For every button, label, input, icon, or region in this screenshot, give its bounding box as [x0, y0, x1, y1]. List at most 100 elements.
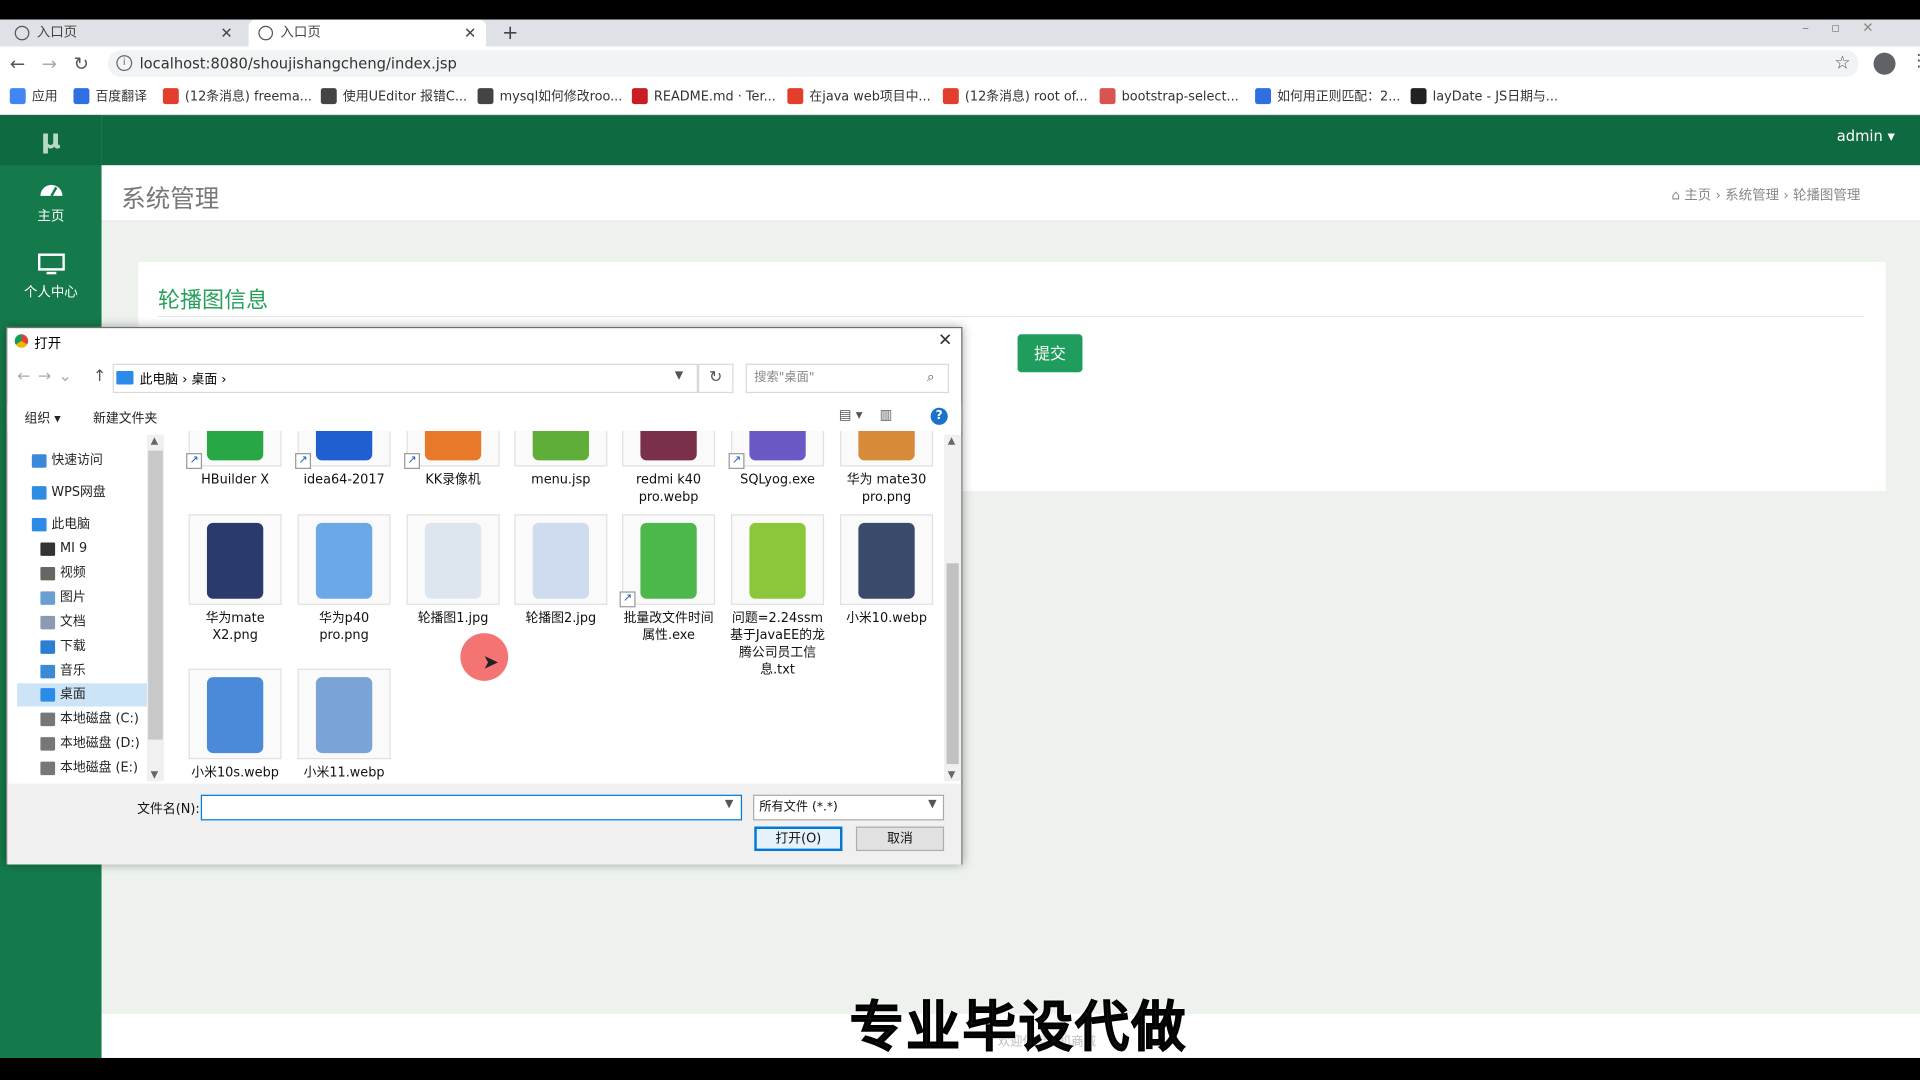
refresh-icon[interactable]: ↻	[697, 363, 734, 394]
file-item[interactable]: ↗ HBuilder X	[185, 431, 285, 489]
scroll-down-icon[interactable]: ▼	[151, 769, 159, 780]
bookmark-item[interactable]: 如何用正则匹配：2...	[1255, 88, 1400, 105]
scroll-up-icon[interactable]: ▲	[151, 435, 159, 446]
submit-button[interactable]: 提交	[1017, 334, 1083, 373]
file-item[interactable]: 华为mate X2.png	[185, 514, 285, 644]
user-menu[interactable]: admin ▾	[1837, 127, 1895, 144]
open-button[interactable]: 打开(O)	[754, 826, 843, 852]
bookmark-item[interactable]: bootstrap-select...	[1099, 88, 1239, 105]
file-item[interactable]: ↗ 批量改文件时间属性.exe	[618, 514, 718, 644]
dialog-close-icon[interactable]: ✕	[938, 331, 952, 351]
close-tab-icon[interactable]: ✕	[464, 20, 476, 47]
nav-item[interactable]: 音乐	[17, 660, 164, 683]
filetype-select[interactable]: 所有文件 (*.*)	[753, 794, 945, 821]
file-item[interactable]: 华为 mate30 pro.png	[836, 431, 936, 506]
bookmark-item[interactable]: README.md · Ter...	[631, 88, 776, 105]
file-item[interactable]: ↗ idea64-2017	[294, 431, 394, 489]
file-item[interactable]: 华为p40 pro.png	[294, 514, 394, 644]
info-icon[interactable]: i	[116, 55, 133, 72]
nav-item[interactable]: 本地磁盘 (C:)	[17, 708, 164, 731]
bookmark-star-icon[interactable]: ☆	[1834, 51, 1850, 73]
thumbnail-image	[858, 431, 915, 461]
bookmark-item[interactable]: (12条消息) root of...	[942, 88, 1088, 105]
forward-arrow-icon[interactable]: →	[42, 53, 57, 75]
url-bar[interactable]: localhost:8080/shoujishangcheng/index.js…	[107, 50, 1859, 78]
nav-item[interactable]: WPS网盘	[17, 481, 164, 504]
up-folder-icon[interactable]: ↑	[93, 367, 106, 385]
nav-item[interactable]: 桌面	[17, 683, 165, 707]
scroll-up-icon[interactable]: ▲	[948, 435, 956, 446]
browser-menu-icon[interactable]: ⋮	[1910, 51, 1920, 71]
close-tab-icon[interactable]: ✕	[220, 20, 232, 47]
view-options-icon[interactable]: ▤ ▾ ▥	[839, 407, 893, 423]
back-arrow-icon[interactable]: ←	[10, 53, 25, 75]
new-tab-button[interactable]: +	[502, 20, 518, 47]
nav-item[interactable]: MI 9	[17, 538, 164, 561]
file-item[interactable]: 问题=2.24ssm基于JavaEE的龙腾公司员工信息.txt	[727, 514, 827, 678]
folder-icon	[40, 761, 56, 776]
bookmark-item[interactable]: 在java web项目中...	[787, 88, 931, 105]
folder-icon	[40, 591, 56, 605]
bookmark-item[interactable]: 百度翻译	[73, 88, 147, 105]
folder-icon	[40, 640, 56, 654]
scroll-down-icon[interactable]: ▼	[948, 769, 956, 780]
thumbnail-image	[206, 522, 264, 599]
file-thumbnail: ↗	[404, 431, 500, 469]
chevron-down-icon[interactable]: ▼	[675, 370, 683, 382]
help-icon[interactable]: ?	[930, 407, 948, 425]
dialog-back-forward[interactable]: ←→⌄	[17, 367, 79, 385]
file-item[interactable]: 轮播图1.jpg	[403, 514, 503, 627]
folder-icon	[40, 542, 56, 556]
chevron-down-icon[interactable]: ▼	[928, 798, 936, 810]
filename-input[interactable]	[200, 794, 743, 821]
nav-item[interactable]: 下载	[17, 636, 164, 659]
path-breadcrumb[interactable]: 此电脑 › 桌面 ›	[140, 370, 227, 388]
file-name: menu.jsp	[531, 472, 591, 488]
cancel-button[interactable]: 取消	[855, 826, 945, 852]
nav-item[interactable]: 此电脑	[17, 513, 164, 536]
file-item[interactable]: 小米11.webp	[294, 668, 394, 782]
nav-item[interactable]: 本地磁盘 (E:)	[17, 757, 164, 780]
search-input[interactable]: 搜索"桌面"	[745, 363, 949, 394]
file-item[interactable]: 轮播图2.jpg	[511, 514, 611, 627]
file-item[interactable]: 小米10.webp	[836, 514, 936, 627]
bookmark-item[interactable]: 使用UEditor 报错C...	[320, 88, 467, 105]
file-item[interactable]: redmi k40 pro.webp	[618, 431, 718, 506]
nav-item[interactable]: 图片	[17, 587, 164, 610]
top-letterbox	[0, 0, 1920, 20]
browser-tab[interactable]: 入口页 ✕	[5, 20, 243, 47]
profile-avatar[interactable]	[1873, 52, 1896, 75]
watermark-text: 专业毕设代做	[849, 996, 1188, 1060]
sidebar-item-home[interactable]: 主页	[0, 178, 102, 226]
nav-item[interactable]: 本地磁盘 (D:)	[17, 732, 164, 755]
nav-scrollbar-thumb[interactable]	[148, 450, 163, 740]
bookmark-item[interactable]: layDate - JS日期与...	[1410, 88, 1558, 105]
bookmark-favicon-icon	[1099, 88, 1116, 105]
file-item[interactable]: ↗ KK录像机	[403, 431, 503, 489]
bookmark-item[interactable]: mysql如何修改roo...	[477, 88, 622, 105]
organize-menu[interactable]: 组织 ▾	[24, 409, 60, 427]
window-controls[interactable]: –▫✕	[1802, 20, 1895, 37]
browser-tab-active[interactable]: 入口页 ✕	[248, 19, 487, 47]
files-scrollbar-thumb[interactable]	[946, 563, 959, 765]
sidebar-item-profile[interactable]: 个人中心	[0, 253, 102, 301]
folder-icon	[40, 688, 56, 702]
file-thumbnail	[297, 668, 391, 760]
file-name: 华为mate X2.png	[205, 611, 265, 643]
file-item[interactable]: menu.jsp	[511, 431, 611, 489]
nav-item[interactable]: 快速访问	[17, 449, 164, 472]
breadcrumb[interactable]: ⌂ 主页 › 系统管理 › 轮播图管理	[1671, 185, 1860, 205]
bookmark-favicon-icon	[942, 88, 959, 105]
bookmark-item[interactable]: 应用	[9, 88, 58, 105]
bookmark-favicon-icon	[1410, 88, 1427, 105]
file-item[interactable]: 小米10s.webp	[185, 668, 285, 782]
shortcut-arrow-icon: ↗	[295, 453, 312, 469]
nav-item[interactable]: 视频	[17, 562, 164, 585]
nav-item[interactable]: 文档	[17, 611, 164, 634]
file-item[interactable]: ↗ SQLyog.exe	[727, 431, 827, 489]
reload-icon[interactable]: ↻	[73, 53, 88, 75]
bookmark-item[interactable]: (12条消息) freema...	[162, 88, 312, 105]
bookmark-favicon-icon	[162, 88, 179, 105]
chevron-down-icon[interactable]: ▼	[725, 798, 733, 810]
new-folder-button[interactable]: 新建文件夹	[93, 409, 157, 427]
